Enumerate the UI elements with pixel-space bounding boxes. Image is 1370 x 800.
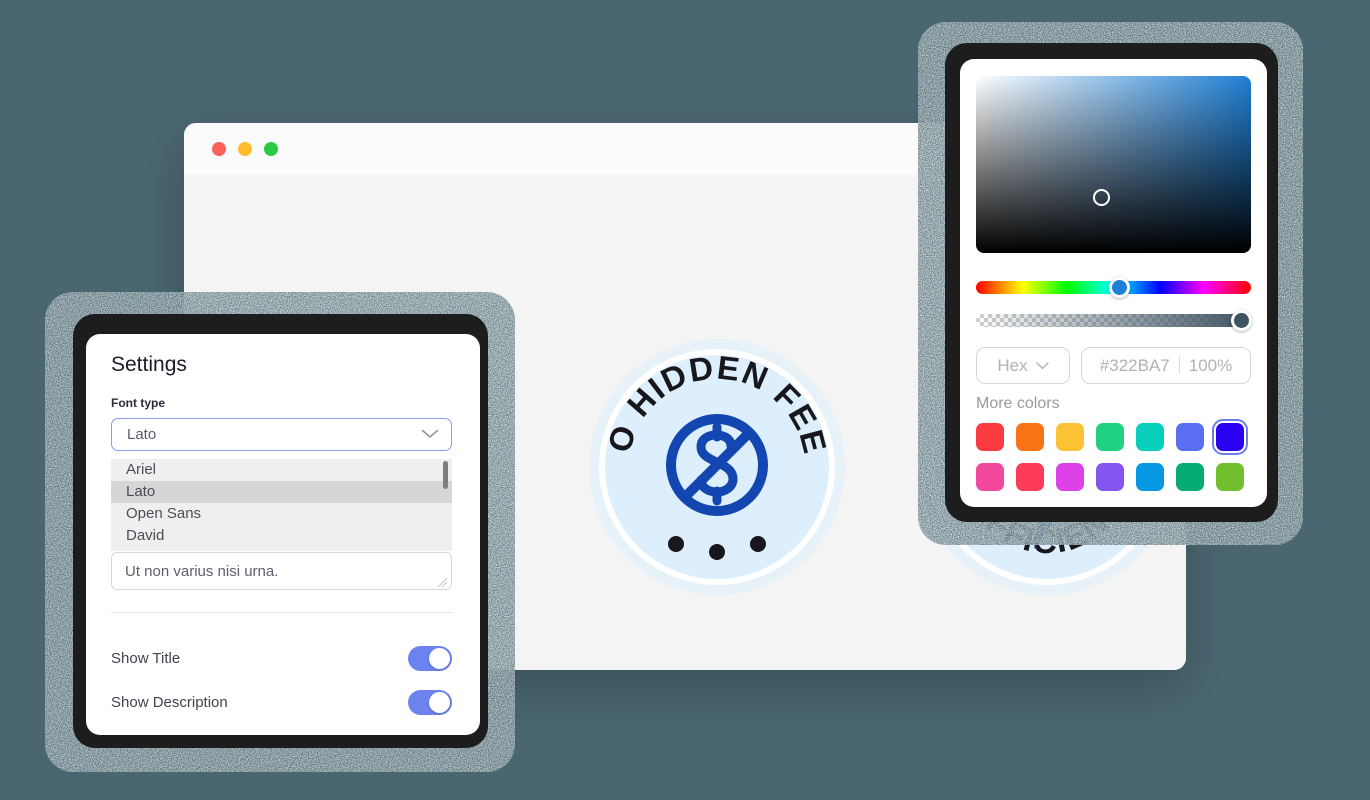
alpha-slider-handle[interactable]: [1231, 310, 1252, 331]
badge-no-hidden-fees: NO HIDDEN FEES: [587, 337, 847, 597]
color-swatch[interactable]: [1211, 418, 1249, 456]
window-maximize-button[interactable]: [264, 142, 278, 156]
window-close-button[interactable]: [212, 142, 226, 156]
font-option-lato[interactable]: Lato: [111, 481, 452, 503]
color-swatch[interactable]: [1056, 463, 1084, 491]
color-swatch-row: [976, 463, 1244, 491]
show-description-label: Show Description: [111, 693, 228, 711]
alpha-slider[interactable]: [976, 314, 1251, 327]
color-swatch[interactable]: [1176, 423, 1204, 451]
resize-handle-icon[interactable]: [437, 575, 448, 588]
description-textarea[interactable]: Ut non varius nisi urna.: [111, 552, 452, 590]
font-type-dropdown-list[interactable]: Ariel Lato Open Sans David: [111, 459, 452, 551]
saturation-value-handle[interactable]: [1093, 189, 1110, 206]
setting-row-show-title: Show Title: [111, 644, 452, 672]
chevron-down-icon: [1035, 361, 1049, 369]
section-divider: [111, 612, 452, 613]
color-swatch[interactable]: [1016, 463, 1044, 491]
color-swatch[interactable]: [1136, 463, 1164, 491]
color-swatch[interactable]: [976, 423, 1004, 451]
show-title-toggle[interactable]: [408, 645, 452, 671]
font-option-ariel[interactable]: Ariel: [111, 459, 452, 481]
saturation-value-area[interactable]: [976, 76, 1251, 253]
color-swatch[interactable]: [1096, 463, 1124, 491]
color-swatch-row: [976, 418, 1249, 456]
show-description-toggle[interactable]: [408, 689, 452, 715]
more-colors-label: More colors: [976, 395, 1060, 412]
chevron-down-icon: [421, 427, 439, 442]
color-swatch[interactable]: [1016, 423, 1044, 451]
page-title: Settings: [111, 353, 187, 376]
show-title-label: Show Title: [111, 649, 181, 667]
color-picker-panel: Hex #322BA7 100% More colors: [960, 59, 1267, 507]
color-swatch[interactable]: [976, 463, 1004, 491]
color-swatch[interactable]: [1136, 423, 1164, 451]
settings-panel: Settings Font type Lato Ariel Lato Open Sa…: [86, 334, 480, 735]
font-option-david[interactable]: David: [111, 525, 452, 547]
hue-slider-handle[interactable]: [1109, 277, 1130, 298]
font-option-open-sans[interactable]: Open Sans: [111, 503, 452, 525]
color-swatch[interactable]: [1096, 423, 1124, 451]
color-swatch[interactable]: [1056, 423, 1084, 451]
window-minimize-button[interactable]: [238, 142, 252, 156]
setting-row-show-description: Show Description: [111, 688, 452, 716]
dropdown-scrollbar-thumb[interactable]: [443, 461, 448, 489]
toggle-knob: [429, 647, 450, 669]
field-divider: [1178, 357, 1180, 374]
opacity-value-text: 100%: [1188, 355, 1233, 375]
color-swatch[interactable]: [1176, 463, 1204, 491]
font-type-select[interactable]: Lato: [111, 418, 452, 451]
font-type-label: Font type: [111, 396, 165, 410]
toggle-knob: [429, 691, 450, 713]
color-swatch[interactable]: [1216, 463, 1244, 491]
font-type-value: Lato: [127, 426, 157, 443]
hex-value-text: #322BA7: [1099, 355, 1170, 375]
color-format-select[interactable]: Hex: [976, 347, 1070, 384]
dropdown-scrollbar-track[interactable]: [443, 459, 450, 551]
description-text: Ut non varius nisi urna.: [125, 562, 279, 580]
alpha-gradient-overlay: [976, 314, 1251, 327]
color-format-label: Hex: [997, 355, 1028, 375]
hex-value-input[interactable]: #322BA7 100%: [1081, 347, 1251, 384]
